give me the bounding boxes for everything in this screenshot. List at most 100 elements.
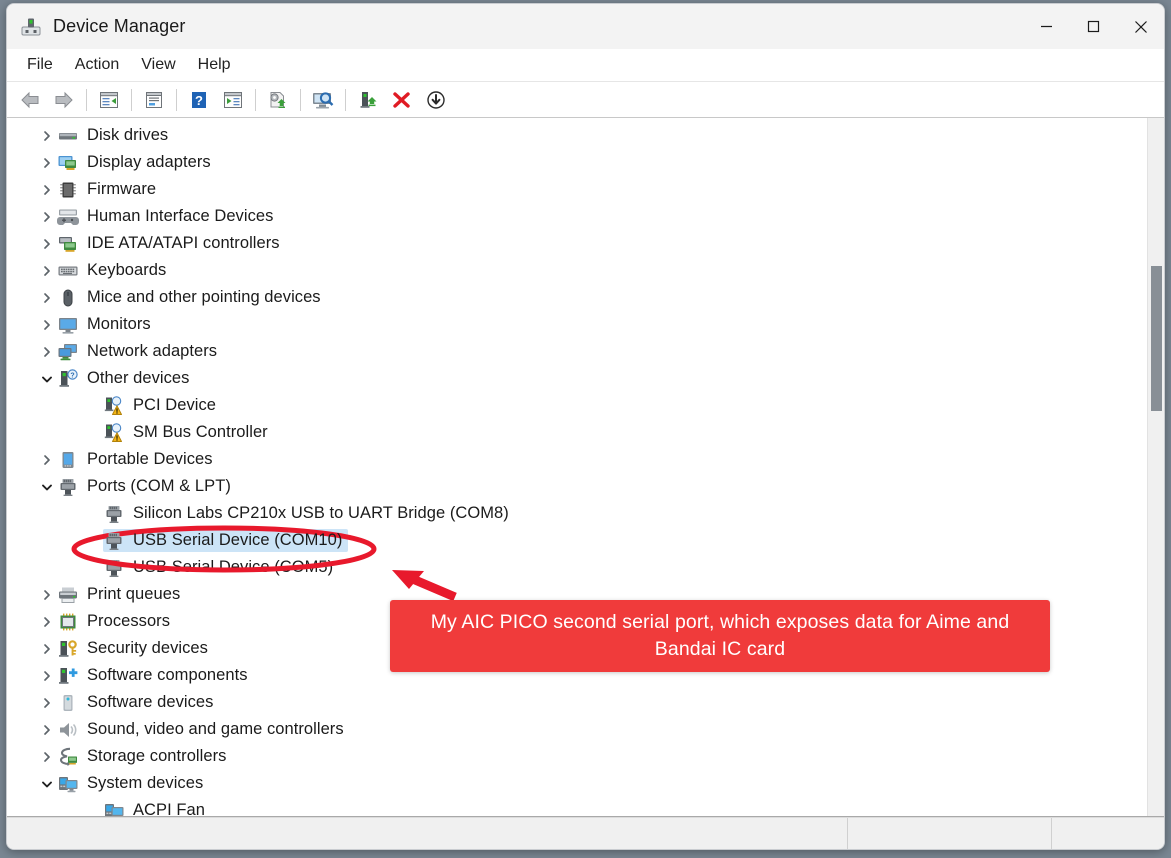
network-adapter-icon (57, 342, 79, 362)
tree-item[interactable]: SM Bus Controller (7, 419, 1142, 446)
unknown-device-warning-icon (103, 395, 125, 416)
back-arrow-icon[interactable] (13, 85, 47, 115)
port-icon (103, 558, 125, 578)
chevron-down-icon[interactable] (37, 482, 57, 492)
chevron-right-icon[interactable] (37, 130, 57, 142)
chevron-right-icon[interactable] (37, 589, 57, 601)
storage-controller-icon (57, 747, 79, 767)
security-device-icon (57, 639, 79, 659)
chevron-right-icon[interactable] (37, 238, 57, 250)
window-title: Device Manager (53, 16, 186, 36)
help-icon[interactable]: ? (182, 85, 216, 115)
chevron-right-icon[interactable] (37, 670, 57, 682)
screenshot-root: Device Manager File Action View Help ? D… (0, 0, 1171, 858)
tree-item-label: SM Bus Controller (133, 423, 268, 441)
disable-device-icon[interactable] (419, 85, 453, 115)
update-driver-icon[interactable] (261, 85, 295, 115)
tree-item[interactable]: Disk drives (7, 122, 1142, 149)
tree-item-label: Storage controllers (87, 747, 227, 765)
chevron-right-icon[interactable] (37, 751, 57, 763)
menu-item-view[interactable]: View (130, 52, 186, 78)
chevron-down-icon[interactable] (37, 374, 57, 384)
device-manager-window: Device Manager File Action View Help ? D… (6, 3, 1165, 850)
tree-item[interactable]: Monitors (7, 311, 1142, 338)
tree-item[interactable]: Display adapters (7, 149, 1142, 176)
forward-arrow-icon[interactable] (47, 85, 81, 115)
unknown-device-icon: ? (57, 368, 79, 389)
scan-hardware-changes-icon[interactable] (306, 85, 340, 115)
system-device-icon (103, 801, 125, 816)
minimize-button[interactable] (1023, 4, 1070, 49)
tree-item[interactable]: Network adapters (7, 338, 1142, 365)
chevron-right-icon[interactable] (37, 319, 57, 331)
uninstall-device-icon[interactable] (385, 85, 419, 115)
chevron-right-icon[interactable] (37, 643, 57, 655)
chevron-right-icon[interactable] (37, 157, 57, 169)
monitor-icon (57, 315, 79, 335)
chevron-right-icon[interactable] (37, 454, 57, 466)
port-icon (57, 477, 79, 497)
tree-item[interactable]: USB Serial Device (COM10) (7, 527, 1142, 554)
chevron-right-icon[interactable] (37, 265, 57, 277)
system-device-icon (57, 774, 79, 794)
tree-item[interactable]: Storage controllers (7, 743, 1142, 770)
portable-device-icon (57, 450, 79, 470)
vertical-scrollbar[interactable] (1147, 118, 1164, 816)
chevron-right-icon[interactable] (37, 697, 57, 709)
disk-drive-icon (57, 126, 79, 146)
status-bar (7, 817, 1164, 849)
tree-item[interactable]: Sound, video and game controllers (7, 716, 1142, 743)
device-tree-pane[interactable]: Disk drives Display adapters Firmware Human… (7, 118, 1164, 817)
tree-item[interactable]: Ports (COM & LPT) (7, 473, 1142, 500)
tree-item[interactable]: Mice and other pointing devices (7, 284, 1142, 311)
tree-item-label: Mice and other pointing devices (87, 288, 321, 306)
mouse-icon (57, 288, 79, 308)
chevron-right-icon[interactable] (37, 346, 57, 358)
toolbar: ? (7, 82, 1164, 118)
tree-item[interactable]: Keyboards (7, 257, 1142, 284)
properties-icon[interactable] (137, 85, 171, 115)
menu-item-action[interactable]: Action (64, 52, 130, 78)
tree-item-label: Software devices (87, 693, 214, 711)
tree-item[interactable]: ? Other devices (7, 365, 1142, 392)
maximize-button[interactable] (1070, 4, 1117, 49)
menu-bar: File Action View Help (7, 49, 1164, 82)
tree-item-label: Sound, video and game controllers (87, 720, 344, 738)
menu-item-help[interactable]: Help (187, 52, 242, 78)
toolbar-separator (300, 88, 301, 111)
tree-item[interactable]: System devices (7, 770, 1142, 797)
chevron-down-icon[interactable] (37, 779, 57, 789)
scrollbar-thumb[interactable] (1151, 266, 1162, 411)
menu-item-file[interactable]: File (16, 52, 64, 78)
tree-item-label: Keyboards (87, 261, 167, 279)
software-component-icon (57, 666, 79, 686)
callout-text: My AIC PICO second serial port, which ex… (430, 611, 1010, 660)
tree-item[interactable]: PCI Device (7, 392, 1142, 419)
title-bar: Device Manager (7, 4, 1164, 49)
enable-device-icon[interactable] (351, 85, 385, 115)
tree-item[interactable]: Firmware (7, 176, 1142, 203)
show-hide-console-tree-icon[interactable] (92, 85, 126, 115)
tree-item[interactable]: Silicon Labs CP210x USB to UART Bridge (… (7, 500, 1142, 527)
tree-item[interactable]: ACPI Fan (7, 797, 1142, 816)
tree-item[interactable]: Software devices (7, 689, 1142, 716)
tree-item[interactable]: Portable Devices (7, 446, 1142, 473)
tree-item[interactable]: IDE ATA/ATAPI controllers (7, 230, 1142, 257)
show-hide-action-pane-icon[interactable] (216, 85, 250, 115)
device-tree: Disk drives Display adapters Firmware Human… (7, 118, 1142, 816)
processor-icon (57, 612, 79, 632)
chevron-right-icon[interactable] (37, 724, 57, 736)
software-device-icon (57, 693, 79, 713)
port-icon (103, 504, 125, 524)
tree-item-label: Portable Devices (87, 450, 213, 468)
close-button[interactable] (1117, 4, 1164, 49)
tree-item[interactable]: Human Interface Devices (7, 203, 1142, 230)
chevron-right-icon[interactable] (37, 211, 57, 223)
unknown-device-warning-icon (103, 422, 125, 443)
tree-item[interactable]: USB Serial Device (COM5) (7, 554, 1142, 581)
chevron-right-icon[interactable] (37, 292, 57, 304)
toolbar-separator (131, 88, 132, 111)
status-bar-segment-c (1051, 818, 1164, 849)
chevron-right-icon[interactable] (37, 184, 57, 196)
chevron-right-icon[interactable] (37, 616, 57, 628)
